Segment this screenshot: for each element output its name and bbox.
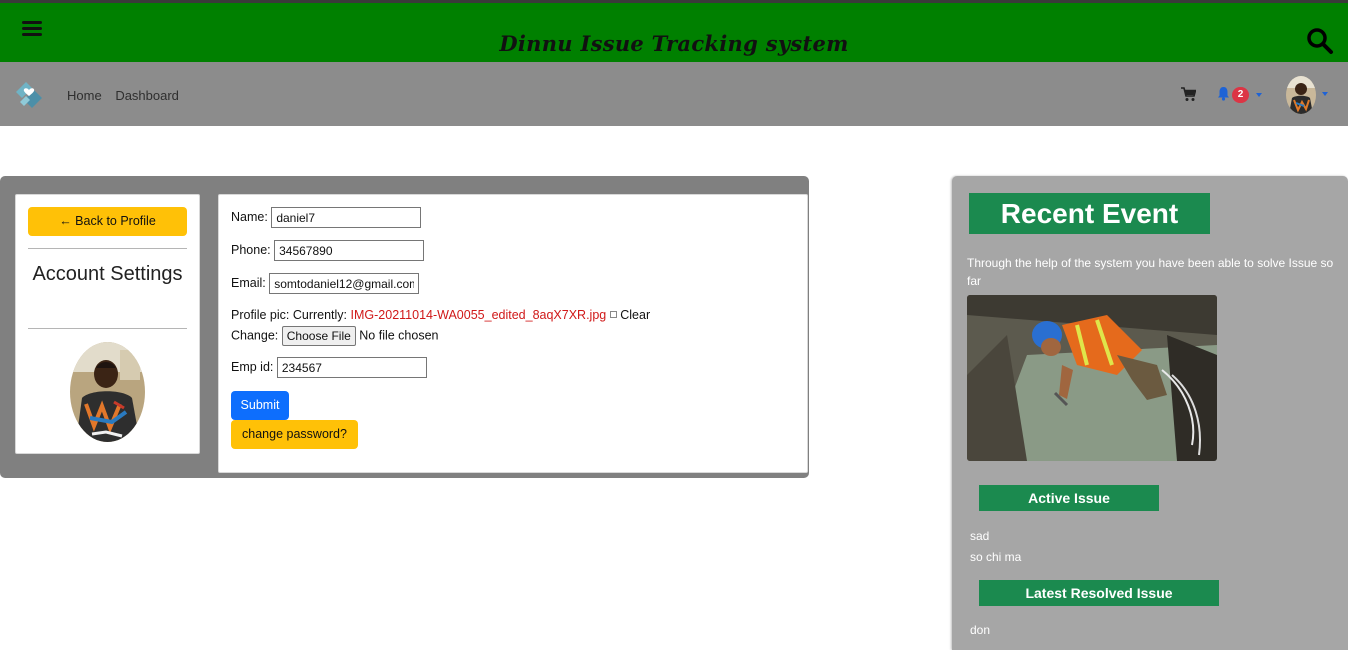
bell-icon [1218, 87, 1229, 101]
recent-event-description: Through the help of the system you have … [967, 256, 1334, 288]
active-issue-label: Active Issue [979, 485, 1159, 511]
name-row: Name: [231, 207, 422, 228]
active-issue-item[interactable]: so chi ma [970, 550, 1021, 564]
construction-worker-image [967, 295, 1217, 461]
profile-card: ← Back to Profile Account Settings [15, 194, 200, 454]
site-title: Dinnu Issue Tracking system [499, 31, 849, 56]
top-header: Dinnu Issue Tracking system [0, 0, 1348, 62]
profile-pic-label: Profile pic: [231, 308, 290, 322]
name-input[interactable] [271, 207, 422, 228]
email-label: Email: [231, 275, 266, 290]
phone-input[interactable] [274, 240, 425, 261]
change-password-button[interactable]: change password? [231, 420, 358, 449]
choose-file-button[interactable]: Choose File [281, 326, 356, 346]
profile-avatar [70, 342, 145, 442]
phone-row: Phone: [231, 240, 425, 261]
account-form: Name: Phone: Email: Profile pic: Current… [218, 194, 808, 473]
divider [28, 328, 187, 329]
resolved-issue-item[interactable]: don [970, 623, 990, 637]
avatar-photo [1286, 76, 1316, 114]
name-label: Name: [231, 209, 268, 224]
search-icon[interactable] [1306, 27, 1334, 55]
brand-logo-icon[interactable] [12, 78, 46, 112]
change-file-row: Change: Choose File No file chosen [231, 326, 438, 346]
chevron-down-icon [1256, 93, 1262, 97]
cart-icon[interactable] [1181, 87, 1196, 102]
active-issue-item[interactable]: sad [970, 529, 989, 543]
submit-button[interactable]: Submit [231, 391, 289, 420]
account-settings-title: Account Settings [32, 263, 183, 285]
no-file-text: No file chosen [359, 328, 439, 343]
profile-pic-row: Profile pic: Currently: IMG-20211014-WA0… [231, 308, 650, 322]
clear-checkbox[interactable] [610, 311, 618, 318]
nav-link-home[interactable]: Home [67, 88, 102, 103]
account-settings-panel: ← Back to Profile Account Settings Name:… [0, 176, 809, 478]
current-file-link[interactable]: IMG-20211014-WA0055_edited_8aqX7XR.jpg [351, 308, 607, 322]
currently-label: Currently: [292, 308, 348, 322]
nav-link-dashboard[interactable]: Dashboard [115, 88, 179, 103]
email-input[interactable] [269, 273, 420, 294]
email-row: Email: [231, 273, 420, 294]
phone-label: Phone: [231, 242, 271, 257]
divider [28, 248, 187, 249]
notification-badge: 2 [1232, 87, 1249, 103]
empid-input[interactable] [276, 357, 427, 378]
clear-label: Clear [620, 308, 651, 322]
empid-label: Emp id: [231, 359, 274, 374]
back-to-profile-button[interactable]: ← Back to Profile [28, 207, 187, 236]
avatar-photo [70, 342, 145, 442]
navbar: Home Dashboard 2 [0, 62, 1348, 126]
nav-links: Home Dashboard [67, 88, 189, 103]
change-label: Change: [231, 328, 279, 343]
app-root: Dinnu Issue Tracking system Home Dashboa… [0, 0, 1348, 650]
chevron-down-icon[interactable] [1322, 92, 1328, 96]
empid-row: Emp id: [231, 357, 427, 378]
recent-event-title: Recent Event [969, 193, 1210, 234]
event-photo [967, 295, 1217, 461]
user-avatar[interactable] [1286, 76, 1316, 114]
latest-resolved-issue-label: Latest Resolved Issue [979, 580, 1219, 606]
recent-events-panel: Recent Event Through the help of the sys… [952, 176, 1348, 650]
